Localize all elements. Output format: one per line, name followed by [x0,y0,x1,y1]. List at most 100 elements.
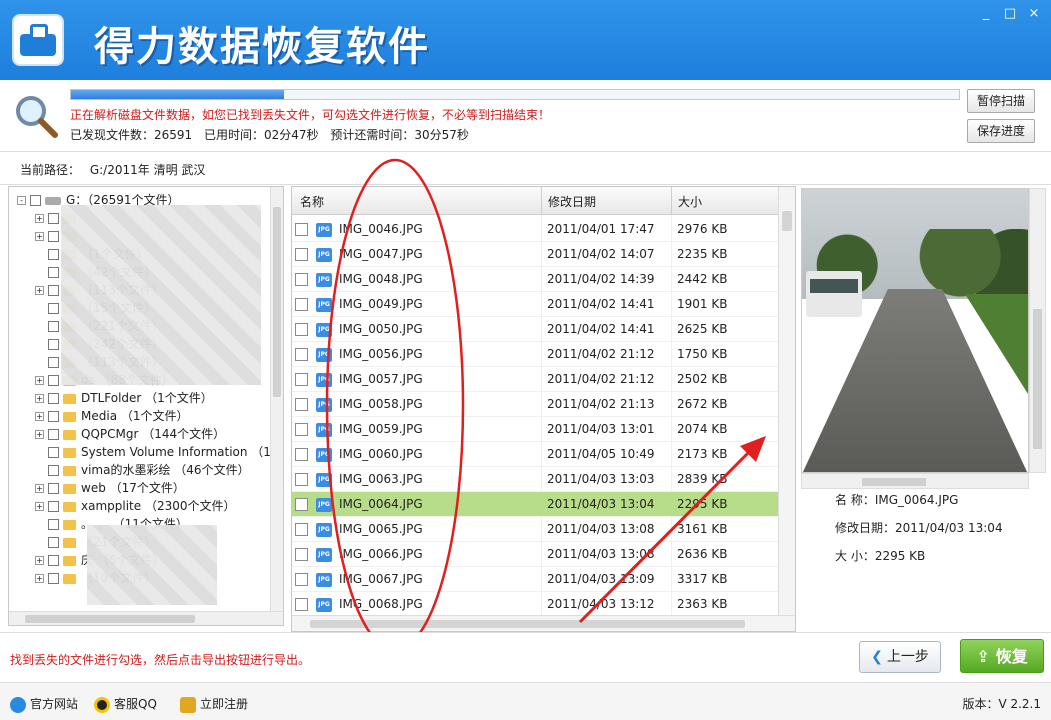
file-checkbox[interactable] [295,548,308,561]
file-checkbox[interactable] [295,248,308,261]
file-list-scrollbar-horizontal[interactable] [292,615,795,631]
maximize-button[interactable]: □ [1003,6,1017,21]
tree-checkbox[interactable] [48,555,59,566]
expand-icon[interactable]: + [35,286,44,295]
tree-item[interactable]: + QQPCMgr （144个文件） [35,425,225,443]
tree-checkbox[interactable] [48,483,59,494]
file-row[interactable]: JPG IMG_0049.JPG 2011/04/02 14:41 1901 KB [292,292,779,317]
tree-checkbox[interactable] [48,429,59,440]
preview-scrollbar-horizontal[interactable] [801,473,1029,489]
file-name: IMG_0058.JPG [339,397,423,411]
tree-checkbox[interactable] [48,447,59,458]
tree-checkbox[interactable] [48,231,59,242]
expand-icon[interactable]: + [35,376,44,385]
register-link[interactable]: 立即注册 [180,695,248,713]
file-row[interactable]: JPG IMG_0063.JPG 2011/04/03 13:03 2839 KB [292,467,779,492]
tree-checkbox[interactable] [48,375,59,386]
tree-checkbox[interactable] [48,249,59,260]
tree-item[interactable]: + web （17个文件） [35,479,185,497]
tree-checkbox[interactable] [48,321,59,332]
file-checkbox[interactable] [295,223,308,236]
file-row[interactable]: JPG IMG_0065.JPG 2011/04/03 13:08 3161 KB [292,517,779,542]
file-checkbox[interactable] [295,448,308,461]
tree-scrollbar-vertical[interactable] [270,187,283,611]
file-row[interactable]: JPG IMG_0046.JPG 2011/04/01 17:47 2976 KB [292,217,779,242]
file-checkbox[interactable] [295,348,308,361]
tree-checkbox[interactable] [48,573,59,584]
jpg-file-icon: JPG [316,298,332,312]
file-checkbox[interactable] [295,498,308,511]
file-row[interactable]: JPG IMG_0050.JPG 2011/04/02 14:41 2625 KB [292,317,779,342]
close-button[interactable]: × [1027,6,1041,21]
expand-icon[interactable]: + [35,556,44,565]
preview-scrollbar-vertical[interactable] [1029,188,1046,473]
recover-button[interactable]: ⇪ 恢复 [960,639,1044,673]
file-row[interactable]: JPG IMG_0056.JPG 2011/04/02 21:12 1750 KB [292,342,779,367]
tree-checkbox[interactable] [48,357,59,368]
file-checkbox[interactable] [295,373,308,386]
file-name: IMG_0060.JPG [339,447,423,461]
file-row[interactable]: JPG IMG_0048.JPG 2011/04/02 14:39 2442 KB [292,267,779,292]
file-checkbox[interactable] [295,323,308,336]
official-site-link[interactable]: 官方网站 [10,695,78,713]
tree-checkbox[interactable] [48,303,59,314]
file-checkbox[interactable] [295,398,308,411]
save-progress-button[interactable]: 保存进度 [967,119,1035,143]
expand-icon[interactable]: + [35,430,44,439]
qq-support-link[interactable]: 客服QQ [94,695,157,713]
pause-scan-button[interactable]: 暂停扫描 [967,89,1035,113]
file-row[interactable]: JPG IMG_0059.JPG 2011/04/03 13:01 2074 KB [292,417,779,442]
expand-icon[interactable]: + [35,484,44,493]
expand-icon[interactable]: + [35,412,44,421]
file-checkbox[interactable] [295,473,308,486]
file-checkbox[interactable] [295,523,308,536]
tree-item[interactable]: + DTLFolder （1个文件） [35,389,213,407]
file-row[interactable]: JPG IMG_0058.JPG 2011/04/02 21:13 2672 KB [292,392,779,417]
minimize-button[interactable]: _ [979,6,993,21]
file-checkbox[interactable] [295,573,308,586]
file-checkbox[interactable] [295,598,308,611]
column-header-date[interactable]: 修改日期 [548,193,596,210]
file-row[interactable]: JPG IMG_0060.JPG 2011/04/05 10:49 2173 KB [292,442,779,467]
tree-checkbox[interactable] [48,267,59,278]
jpg-file-icon: JPG [316,323,332,337]
file-row[interactable]: JPG IMG_0068.JPG 2011/04/03 13:12 2363 KB [292,592,779,617]
expand-icon[interactable]: + [35,394,44,403]
folder-icon [63,465,76,476]
file-size: 3317 KB [677,572,728,586]
file-checkbox[interactable] [295,423,308,436]
tree-checkbox[interactable] [48,501,59,512]
file-checkbox[interactable] [295,273,308,286]
tree-checkbox[interactable] [48,285,59,296]
file-row[interactable]: JPG IMG_0047.JPG 2011/04/02 14:07 2235 KB [292,242,779,267]
tree-checkbox[interactable] [48,465,59,476]
file-row[interactable]: JPG IMG_0057.JPG 2011/04/02 21:12 2502 KB [292,367,779,392]
folder-tree[interactable]: -G：（26591个文件）++（1个文件）（42个文件）+（113个文件）（15… [8,186,284,626]
folder-icon [63,555,76,566]
tree-checkbox[interactable] [30,195,41,206]
tree-checkbox[interactable] [48,339,59,350]
column-header-name[interactable]: 名称 [300,193,324,210]
tree-checkbox[interactable] [48,393,59,404]
tree-checkbox[interactable] [48,213,59,224]
collapse-icon[interactable]: - [17,196,26,205]
tree-item[interactable]: vima的水墨彩绘 （46个文件） [35,461,250,479]
previous-step-button[interactable]: ❮ 上一步 [859,641,941,673]
expand-icon[interactable]: + [35,214,44,223]
tree-item[interactable]: + Media （1个文件） [35,407,189,425]
file-checkbox[interactable] [295,298,308,311]
column-header-size[interactable]: 大小 [678,193,702,210]
expand-icon[interactable]: + [35,232,44,241]
file-list-scrollbar-vertical[interactable] [778,187,795,615]
tree-checkbox[interactable] [48,411,59,422]
tree-checkbox[interactable] [48,537,59,548]
tree-item[interactable]: System Volume Information （1个文件） [35,443,283,461]
file-row[interactable]: JPG IMG_0066.JPG 2011/04/03 13:08 2636 KB [292,542,779,567]
expand-icon[interactable]: + [35,574,44,583]
tree-scrollbar-horizontal[interactable] [9,611,283,625]
tree-checkbox[interactable] [48,519,59,530]
tree-item[interactable]: + xampplite （2300个文件） [35,497,236,515]
file-row[interactable]: JPG IMG_0067.JPG 2011/04/03 13:09 3317 KB [292,567,779,592]
expand-icon[interactable]: + [35,502,44,511]
file-row[interactable]: JPG IMG_0064.JPG 2011/04/03 13:04 2295 KB [292,492,779,517]
